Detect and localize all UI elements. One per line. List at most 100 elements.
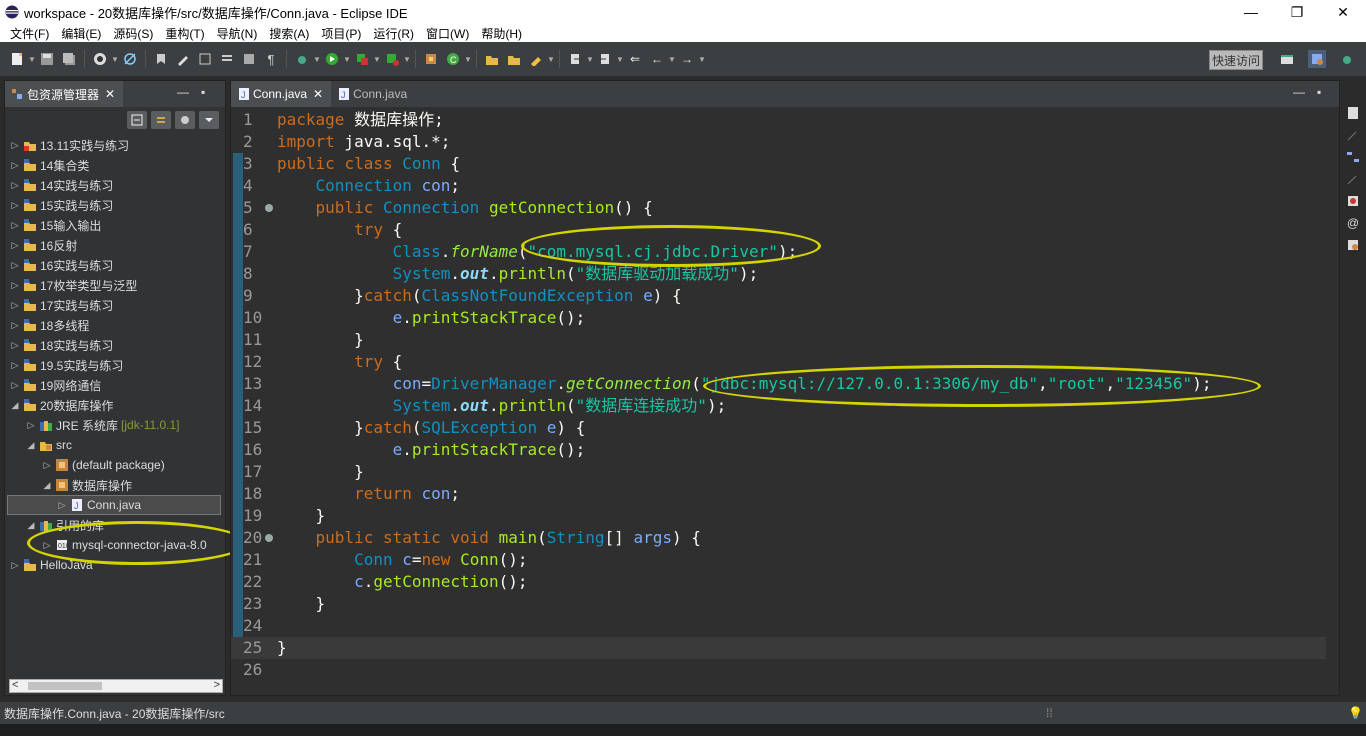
- code-line[interactable]: 5 public Connection getConnection() {: [231, 197, 1326, 219]
- scroll-left-icon[interactable]: <: [12, 679, 18, 691]
- javadoc-icon[interactable]: @: [1346, 216, 1360, 230]
- pen-icon[interactable]: [174, 50, 192, 68]
- collapsed-arrow-icon[interactable]: ▷: [9, 200, 21, 211]
- collapsed-arrow-icon[interactable]: ▷: [56, 500, 68, 511]
- format-icon[interactable]: [240, 50, 258, 68]
- menu-item[interactable]: 导航(N): [211, 25, 264, 42]
- code-line[interactable]: 17 }: [231, 461, 1326, 483]
- open-perspective-icon[interactable]: [1278, 50, 1296, 68]
- dropdown-icon[interactable]: ▼: [698, 50, 706, 68]
- expanded-arrow-icon[interactable]: ◢: [25, 440, 37, 451]
- code-line[interactable]: 26: [231, 659, 1326, 681]
- restore-button[interactable]: ❐: [1274, 0, 1320, 24]
- code-line[interactable]: 14 System.out.println("数据库连接成功");: [231, 395, 1326, 417]
- view-menu-icon[interactable]: [199, 111, 219, 129]
- dropdown-icon[interactable]: ▼: [111, 50, 119, 68]
- dropdown-icon[interactable]: ▼: [668, 50, 676, 68]
- focus-active-task-icon[interactable]: [175, 111, 195, 129]
- collapsed-arrow-icon[interactable]: ▷: [41, 460, 53, 471]
- outline-icon[interactable]: [1346, 106, 1360, 120]
- tree-item[interactable]: ▷ 18多线程: [9, 315, 90, 335]
- open-task-icon[interactable]: [505, 50, 523, 68]
- dropdown-icon[interactable]: ▼: [313, 50, 321, 68]
- horizontal-scrollbar[interactable]: < >: [9, 679, 223, 693]
- tree-item[interactable]: ▷ 15输入输出: [9, 215, 102, 235]
- collapsed-arrow-icon[interactable]: ▷: [9, 180, 21, 191]
- menu-item[interactable]: 项目(P): [315, 25, 367, 42]
- task-list-icon[interactable]: [1346, 128, 1360, 142]
- collapsed-arrow-icon[interactable]: ▷: [9, 140, 21, 151]
- link-with-editor-icon[interactable]: [151, 111, 171, 129]
- collapsed-arrow-icon[interactable]: ▷: [9, 560, 21, 571]
- tab-package-explorer[interactable]: 包资源管理器 ✕: [5, 81, 124, 107]
- code-line[interactable]: 9 }catch(ClassNotFoundException e) {: [231, 285, 1326, 307]
- close-icon[interactable]: ✕: [105, 87, 115, 101]
- code-line[interactable]: 24: [231, 615, 1326, 637]
- pin-icon[interactable]: [1346, 172, 1360, 186]
- close-icon[interactable]: ✕: [313, 87, 323, 101]
- tree-item[interactable]: ▷ HelloJava: [9, 555, 93, 575]
- menu-item[interactable]: 编辑(E): [55, 25, 107, 42]
- tree-item[interactable]: ◢ 数据库操作: [9, 475, 132, 495]
- forward-icon[interactable]: →: [678, 50, 696, 68]
- code-line[interactable]: 12 try {: [231, 351, 1326, 373]
- collapsed-arrow-icon[interactable]: ▷: [9, 300, 21, 311]
- minimize-view-icon[interactable]: —: [177, 85, 189, 99]
- new-java-class-icon[interactable]: C: [444, 50, 462, 68]
- code-line[interactable]: 4 Connection con;: [231, 175, 1326, 197]
- code-line[interactable]: 13 con=DriverManager.getConnection("jdbc…: [231, 373, 1326, 395]
- paragraph-icon[interactable]: ¶: [262, 50, 280, 68]
- minimize-button[interactable]: —: [1228, 0, 1274, 24]
- code-line[interactable]: 1 package 数据库操作;: [231, 109, 1326, 131]
- coverage-icon[interactable]: [353, 50, 371, 68]
- open-type-icon[interactable]: [483, 50, 501, 68]
- menu-item[interactable]: 帮助(H): [475, 25, 528, 42]
- menu-item[interactable]: 运行(R): [367, 25, 420, 42]
- tip-lightbulb-icon[interactable]: 💡: [1348, 706, 1363, 720]
- collapsed-arrow-icon[interactable]: ▷: [9, 320, 21, 331]
- quick-access-field[interactable]: 快速访问: [1209, 50, 1263, 70]
- tree-item[interactable]: ▷ 17枚举类型与泛型: [9, 275, 138, 295]
- tree-item[interactable]: ▷ JRE 系统库 [jdk-11.0.1]: [9, 415, 180, 435]
- tree-item[interactable]: ▷ 15实践与练习: [9, 195, 114, 215]
- collapsed-arrow-icon[interactable]: ▷: [9, 360, 21, 371]
- code-line[interactable]: 21 Conn c=new Conn();: [231, 549, 1326, 571]
- code-line[interactable]: 20 public static void main(String[] args…: [231, 527, 1326, 549]
- collapsed-arrow-icon[interactable]: ▷: [9, 260, 21, 271]
- code-line[interactable]: 7 Class.forName("com.mysql.cj.jdbc.Drive…: [231, 241, 1326, 263]
- tree-item[interactable]: ▷ 19.5实践与练习: [9, 355, 124, 375]
- search-icon[interactable]: [527, 50, 545, 68]
- skip-breakpoints-icon[interactable]: [121, 50, 139, 68]
- tree-item[interactable]: ▷ 14集合类: [9, 155, 90, 175]
- next-annotation-icon[interactable]: [566, 50, 584, 68]
- dropdown-icon[interactable]: ▼: [464, 50, 472, 68]
- expanded-arrow-icon[interactable]: ◢: [41, 480, 53, 491]
- run-icon[interactable]: [323, 50, 341, 68]
- code-line[interactable]: 23 }: [231, 593, 1326, 615]
- tree-item[interactable]: ▷ (default package): [9, 455, 165, 475]
- collapsed-arrow-icon[interactable]: ▷: [9, 160, 21, 171]
- scrollbar-thumb[interactable]: [28, 682, 102, 690]
- save-all-icon[interactable]: [60, 50, 78, 68]
- hierarchy-icon[interactable]: [1346, 150, 1360, 164]
- code-line[interactable]: 6 try {: [231, 219, 1326, 241]
- dropdown-icon[interactable]: ▼: [547, 50, 555, 68]
- declaration-icon[interactable]: [1346, 238, 1360, 252]
- maximize-editor-icon[interactable]: ▪: [1317, 85, 1321, 99]
- dropdown-icon[interactable]: ▼: [616, 50, 624, 68]
- block-select-icon[interactable]: [196, 50, 214, 68]
- tree-item[interactable]: ▷ 14实践与练习: [9, 175, 114, 195]
- editor-tab[interactable]: J Conn.java: [331, 81, 415, 107]
- code-line[interactable]: 11 }: [231, 329, 1326, 351]
- menu-item[interactable]: 文件(F): [4, 25, 55, 42]
- whitespace-icon[interactable]: [218, 50, 236, 68]
- collapse-all-icon[interactable]: [127, 111, 147, 129]
- code-line[interactable]: 2 import java.sql.*;: [231, 131, 1326, 153]
- menu-item[interactable]: 窗口(W): [420, 25, 475, 42]
- tree-item[interactable]: ▷ 16反射: [9, 235, 78, 255]
- debug-icon[interactable]: [293, 50, 311, 68]
- fold-toggle-icon[interactable]: [265, 534, 273, 542]
- dropdown-icon[interactable]: ▼: [343, 50, 351, 68]
- menu-item[interactable]: 源码(S): [107, 25, 159, 42]
- dropdown-icon[interactable]: ▼: [373, 50, 381, 68]
